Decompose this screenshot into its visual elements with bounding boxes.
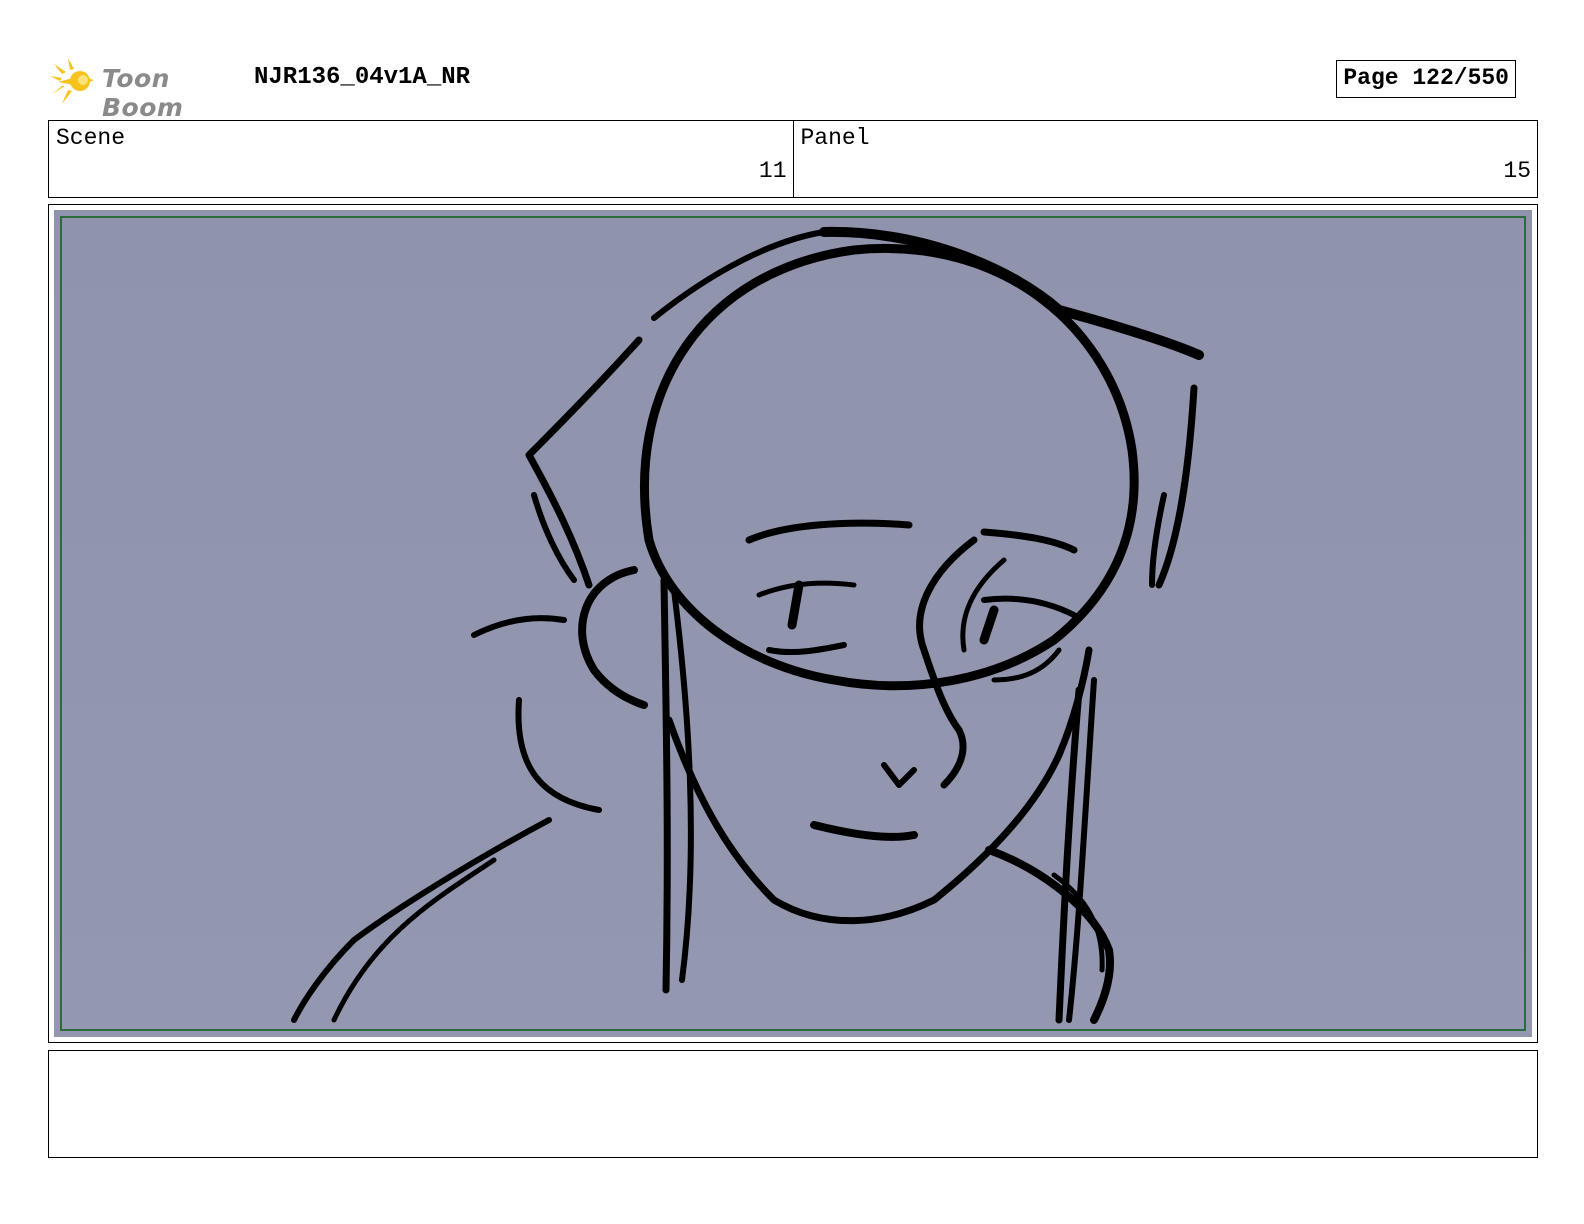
panel-cell: Panel 15 bbox=[792, 121, 1538, 197]
document-title: NJR136_04v1A_NR bbox=[254, 64, 471, 91]
storyboard-panel bbox=[48, 204, 1538, 1043]
panel-drawing bbox=[54, 210, 1532, 1037]
toon-boom-logo: Toon Boom bbox=[50, 56, 240, 122]
scene-panel-info-row: Scene 11 Panel 15 bbox=[48, 120, 1538, 198]
logo-wordmark: Toon Boom bbox=[102, 64, 184, 122]
safe-area-frame bbox=[60, 216, 1526, 1031]
page-header: Toon Boom NJR136_04v1A_NR Page 122/550 bbox=[50, 56, 1538, 122]
panel-number: 15 bbox=[1503, 158, 1531, 184]
scene-label: Scene bbox=[56, 125, 126, 151]
scene-cell: Scene 11 bbox=[49, 121, 793, 197]
panel-label: Panel bbox=[800, 125, 870, 151]
panel-notes-box bbox=[48, 1050, 1538, 1158]
scene-number: 11 bbox=[758, 158, 787, 184]
page-number-badge: Page 122/550 bbox=[1336, 60, 1516, 98]
